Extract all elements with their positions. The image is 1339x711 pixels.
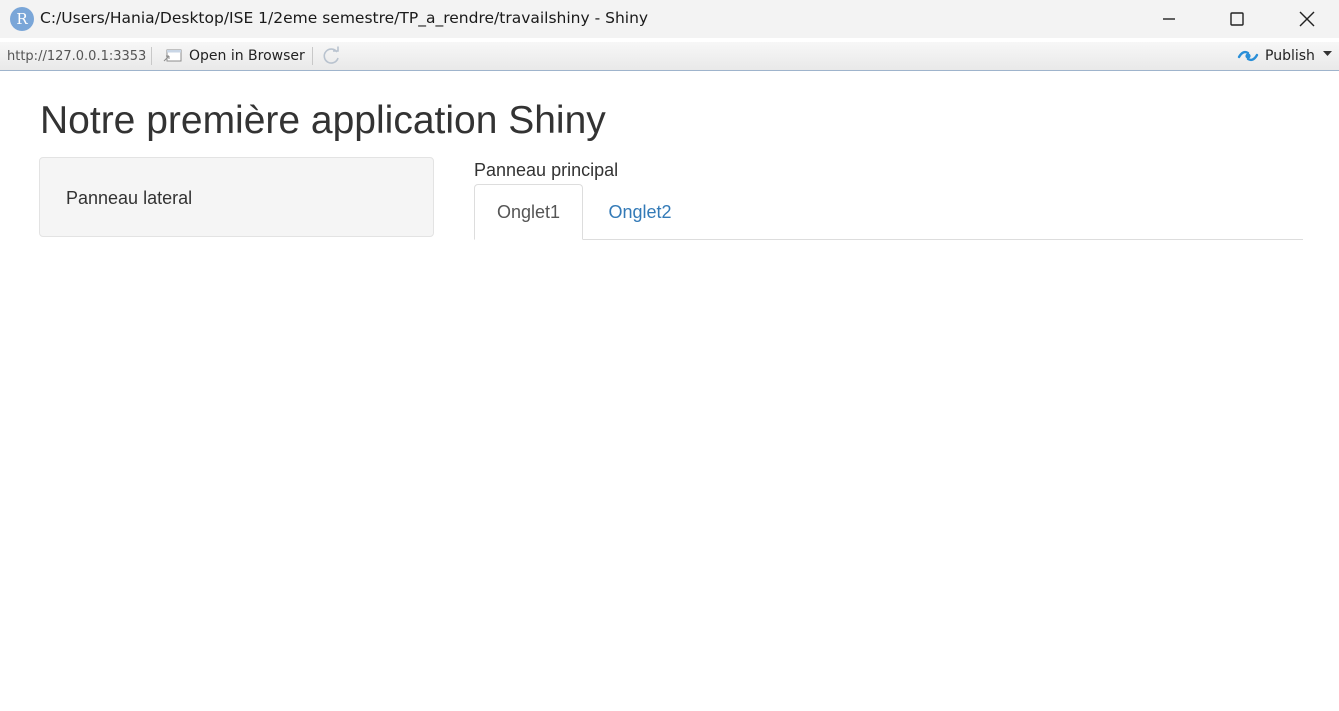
maximize-icon bbox=[1230, 12, 1244, 26]
window-title: C:/Users/Hania/Desktop/ISE 1/2eme semest… bbox=[40, 9, 649, 27]
refresh-button[interactable] bbox=[322, 46, 342, 66]
minimize-button[interactable] bbox=[1146, 0, 1192, 38]
publish-icon bbox=[1237, 50, 1259, 62]
toolbar-divider bbox=[151, 47, 152, 65]
publish-label: Publish bbox=[1265, 48, 1315, 64]
open-in-browser-label: Open in Browser bbox=[189, 48, 305, 64]
url-text: http://127.0.0.1:3353 bbox=[7, 49, 147, 64]
tab-onglet2[interactable]: Onglet2 bbox=[586, 184, 694, 240]
maximize-button[interactable] bbox=[1214, 0, 1260, 38]
sidebar-text: Panneau lateral bbox=[66, 188, 193, 208]
sidebar-panel: Panneau lateral bbox=[39, 157, 434, 237]
viewer-toolbar: http://127.0.0.1:3353 Open in Browser Pu… bbox=[0, 42, 1339, 71]
minimize-icon bbox=[1163, 18, 1175, 20]
close-icon bbox=[1299, 11, 1315, 27]
main-panel-label: Panneau principal bbox=[474, 160, 619, 180]
open-in-browser-icon bbox=[163, 49, 182, 62]
r-app-icon: R bbox=[10, 7, 34, 31]
window-titlebar: R C:/Users/Hania/Desktop/ISE 1/2eme seme… bbox=[0, 0, 1339, 38]
publish-dropdown-caret-icon[interactable] bbox=[1323, 51, 1332, 57]
publish-button[interactable]: Publish bbox=[1237, 46, 1315, 66]
tab-onglet1[interactable]: Onglet1 bbox=[474, 184, 583, 240]
open-in-browser-button[interactable]: Open in Browser bbox=[163, 46, 305, 66]
toolbar-divider bbox=[312, 47, 313, 65]
close-button[interactable] bbox=[1284, 0, 1330, 38]
refresh-icon bbox=[323, 46, 339, 64]
page-title: Notre première application Shiny bbox=[40, 99, 606, 142]
